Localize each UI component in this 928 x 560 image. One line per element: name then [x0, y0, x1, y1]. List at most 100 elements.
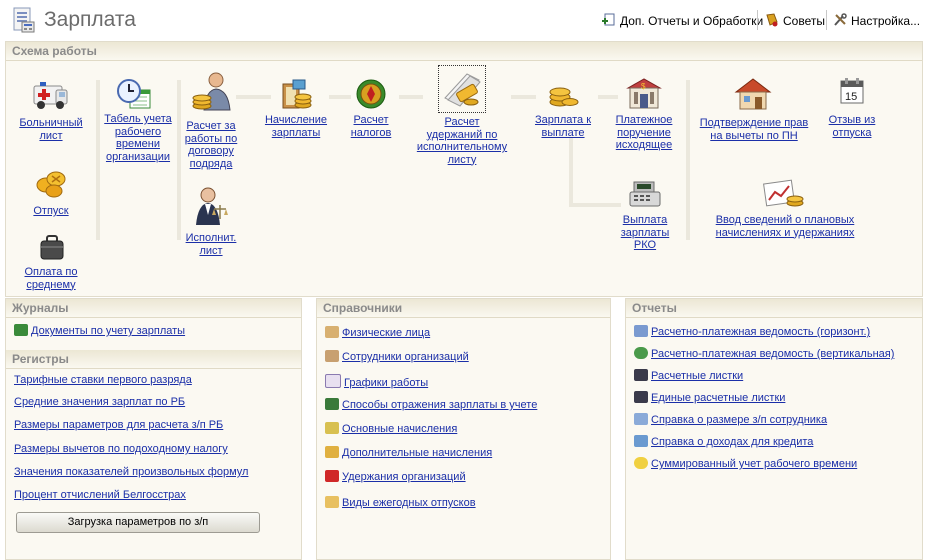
report-icon	[634, 347, 648, 359]
reports-link[interactable]: Доп. Отчеты и Обработки	[602, 13, 763, 28]
section-title: Схема работы	[6, 42, 922, 61]
contract-calc-link[interactable]: Расчет за работы по договору подряда	[180, 120, 242, 170]
svg-text:$: $	[641, 82, 646, 91]
reference-link[interactable]: Физические лица	[342, 327, 430, 339]
extra-accrual-icon	[325, 446, 339, 458]
connector-line	[329, 95, 351, 99]
report-icon	[634, 325, 648, 337]
list-item[interactable]: Графики работы	[325, 374, 428, 389]
writ-link[interactable]: Исполнит. лист	[180, 232, 242, 257]
planned-accruals-link[interactable]: Ввод сведений о плановых начислениях и у…	[710, 214, 860, 239]
reference-link[interactable]: Основные начисления	[342, 423, 457, 435]
list-item[interactable]: Способы отражения зарплаты в учете	[325, 398, 537, 411]
reference-link[interactable]: Графики работы	[344, 377, 428, 389]
reference-link[interactable]: Способы отражения зарплаты в учете	[342, 399, 537, 411]
writ-deductions-link[interactable]: Расчет удержаний по исполнительному лист…	[416, 116, 508, 166]
list-item[interactable]: Средние значения зарплат по РБ	[14, 396, 185, 408]
section-title: Справочники	[317, 299, 610, 318]
tax-calc-link[interactable]: Расчет налогов	[342, 114, 400, 139]
connector-line	[236, 95, 271, 99]
reports-link-label: Доп. Отчеты и Обработки	[620, 14, 764, 28]
list-item[interactable]: Тарифные ставки первого разряда	[14, 374, 192, 386]
bailiff-icon	[196, 187, 228, 225]
reference-link[interactable]: Удержания организаций	[342, 471, 466, 483]
sick-leave-link[interactable]: Больничный лист	[8, 117, 94, 142]
list-item[interactable]: Суммированный учет рабочего времени	[634, 457, 857, 470]
list-item[interactable]: Сотрудники организаций	[325, 350, 469, 363]
tax-deductions-confirm-link[interactable]: Подтверждение прав на вычеты по ПН	[694, 117, 814, 142]
journal-link[interactable]: Документы по учету зарплаты	[31, 325, 185, 337]
register-link[interactable]: Размеры вычетов по подоходному налогу	[14, 443, 228, 455]
person-icon	[634, 369, 648, 381]
payment-order-link[interactable]: Платежное поручение исходящее	[610, 114, 678, 152]
reference-link[interactable]: Дополнительные начисления	[342, 447, 492, 459]
report-link[interactable]: Расчетные листки	[651, 370, 743, 382]
accounting-icon	[325, 398, 339, 410]
cash-register-icon	[629, 181, 661, 207]
page-title: Зарплата	[44, 8, 136, 31]
payroll-accrual-link[interactable]: Начисление зарплаты	[258, 114, 334, 139]
register-link[interactable]: Размеры параметров для расчета з/п РБ	[14, 419, 223, 431]
report-link[interactable]: Расчетно-платежная ведомость (горизонт.)	[651, 326, 870, 338]
list-item[interactable]: Справка о доходах для кредита	[634, 435, 813, 448]
payout-link[interactable]: Зарплата к выплате	[528, 114, 598, 139]
deduction-icon	[325, 470, 339, 482]
settings-link-label: Настройка...	[851, 14, 921, 28]
contractor-money-icon	[192, 72, 231, 111]
list-item[interactable]: Основные начисления	[325, 422, 457, 435]
load-parameters-button[interactable]: Загрузка параметров по з/п	[16, 512, 260, 533]
report-link[interactable]: Расчетно-платежная ведомость (вертикальн…	[651, 348, 894, 360]
list-item[interactable]: Расчетно-платежная ведомость (горизонт.)	[634, 325, 870, 338]
reference-link[interactable]: Сотрудники организаций	[342, 351, 469, 363]
list-item[interactable]: Удержания организаций	[325, 470, 466, 483]
list-item[interactable]: Процент отчислений Белгосстрах	[14, 489, 186, 501]
list-item[interactable]: Значения показателей произвольных формул	[14, 466, 248, 478]
accrual-icon	[325, 422, 339, 434]
persons-icon	[325, 326, 339, 338]
writ-deductions-icon	[438, 65, 486, 113]
list-item[interactable]: Физические лица	[325, 326, 430, 339]
list-item[interactable]: Справка о размере з/п сотрудника	[634, 413, 827, 426]
header: Зарплата Доп. Отчеты и Обработки Советы …	[0, 0, 928, 40]
coins-stack-icon	[549, 87, 579, 107]
reports-panel: Отчеты Расчетно-платежная ведомость (гор…	[625, 298, 923, 560]
briefcase-icon	[40, 235, 64, 260]
clock-icon	[634, 457, 648, 469]
list-item[interactable]: Расчетно-платежная ведомость (вертикальн…	[634, 347, 894, 360]
settings-link[interactable]: Настройка...	[833, 13, 920, 28]
list-item[interactable]: Размеры вычетов по подоходному налогу	[14, 443, 228, 455]
register-link[interactable]: Тарифные ставки первого разряда	[14, 374, 192, 386]
cash-payout-link[interactable]: Выплата зарплаты РКО	[610, 214, 680, 252]
house-icon	[734, 78, 772, 110]
workflow-scheme-panel: Схема работы Больничный лист Отпуск Опла…	[5, 41, 923, 297]
journal-icon	[14, 324, 28, 336]
list-item[interactable]: Единые расчетные листки	[634, 391, 785, 404]
list-item[interactable]: Виды ежегодных отпусков	[325, 496, 476, 509]
bank-icon: $	[626, 78, 662, 109]
tips-icon	[766, 13, 778, 27]
list-item[interactable]: Документы по учету зарплаты	[14, 324, 185, 337]
report-link[interactable]: Справка о доходах для кредита	[651, 436, 813, 448]
report-link[interactable]: Суммированный учет рабочего времени	[651, 458, 857, 470]
payroll-document-icon	[13, 7, 35, 33]
tips-link[interactable]: Советы	[765, 13, 825, 28]
connector-line	[511, 95, 536, 99]
certificate-icon	[634, 413, 648, 425]
register-link[interactable]: Средние значения зарплат по РБ	[14, 396, 185, 408]
timesheet-link[interactable]: Табель учета рабочего времени организаци…	[98, 113, 178, 163]
register-link[interactable]: Процент отчислений Белгосстрах	[14, 489, 186, 501]
list-item[interactable]: Расчетные листки	[634, 369, 743, 382]
list-item[interactable]: Размеры параметров для расчета з/п РБ	[14, 419, 223, 431]
vacation-link[interactable]: Отпуск	[8, 205, 94, 218]
payroll-accrual-icon	[282, 79, 312, 109]
timesheet-clock-icon	[117, 79, 151, 109]
vacation-recall-link[interactable]: Отзыв из отпуска	[818, 114, 886, 139]
report-link[interactable]: Единые расчетные листки	[651, 392, 785, 404]
register-link[interactable]: Значения показателей произвольных формул	[14, 466, 248, 478]
list-item[interactable]: Дополнительные начисления	[325, 446, 492, 459]
section-title: Регистры	[6, 350, 301, 369]
report-link[interactable]: Справка о размере з/п сотрудника	[651, 414, 827, 426]
tools-icon	[834, 13, 847, 26]
reference-link[interactable]: Виды ежегодных отпусков	[342, 497, 476, 509]
average-pay-link[interactable]: Оплата по среднему	[8, 266, 94, 291]
